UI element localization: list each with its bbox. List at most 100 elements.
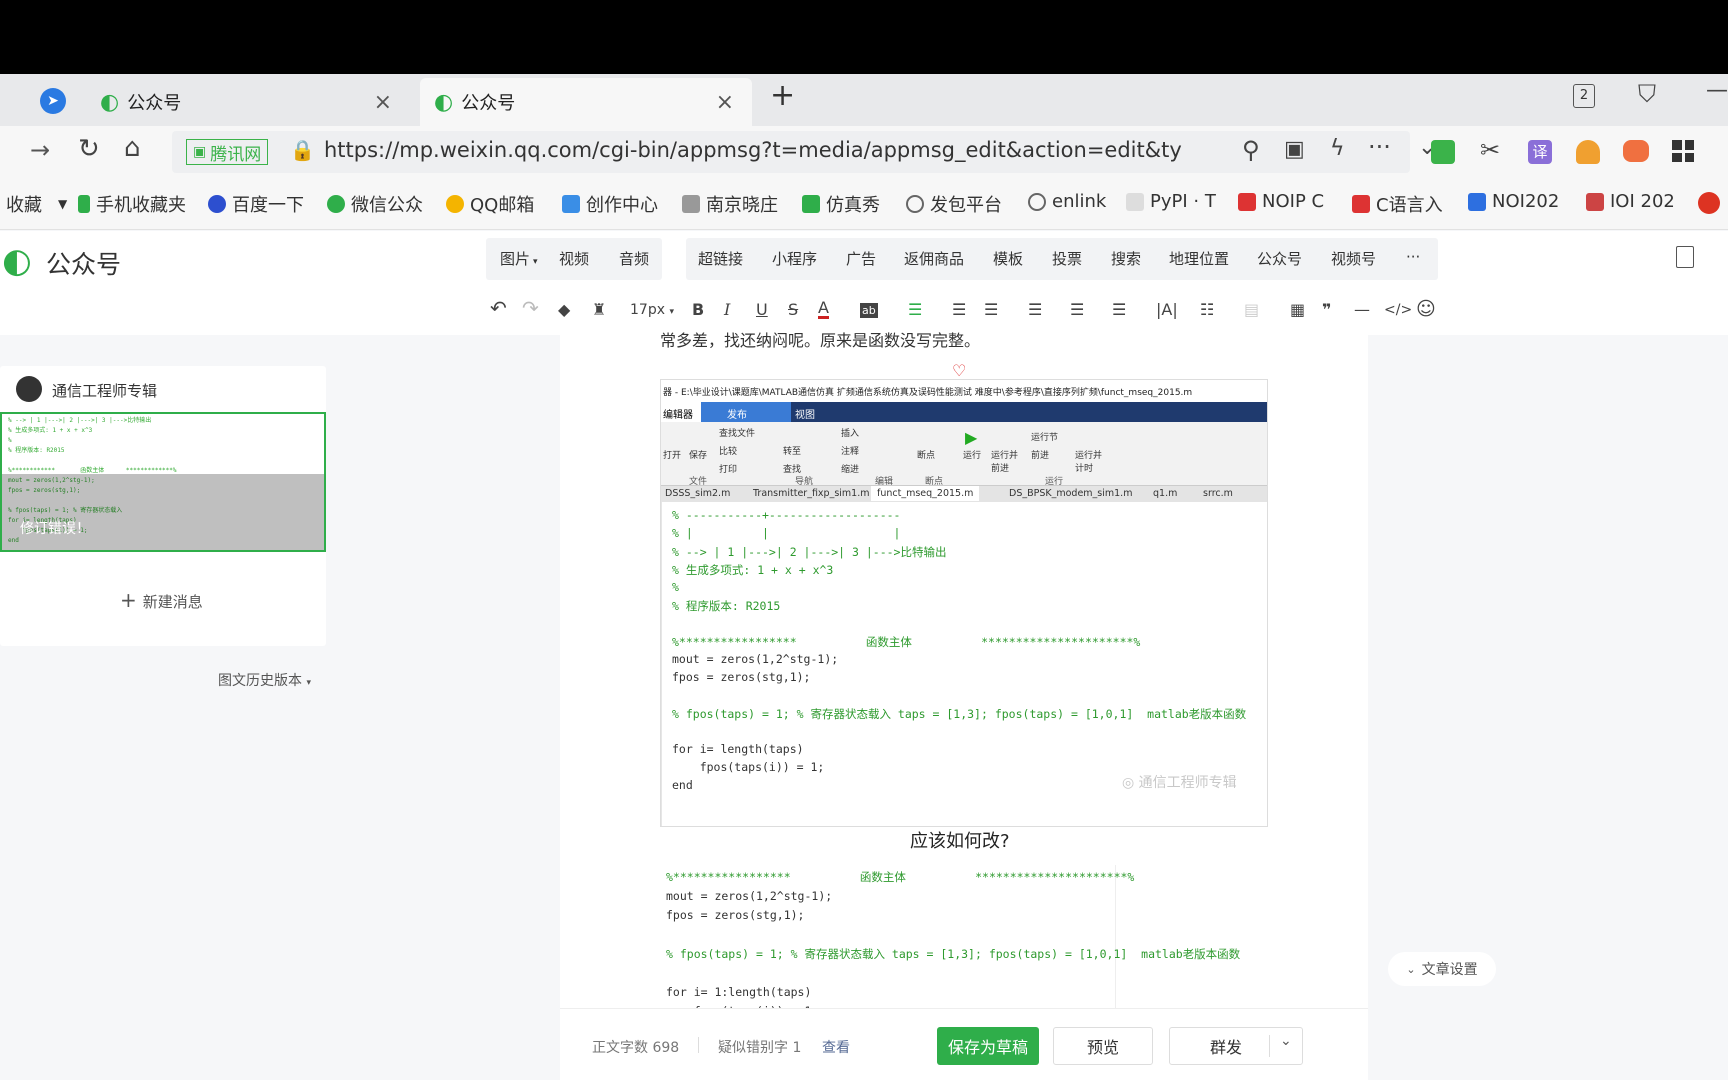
letter-spacing-icon[interactable]: |A| bbox=[1156, 300, 1178, 319]
format-brush-icon[interactable]: ♜ bbox=[592, 300, 606, 319]
bookmark-item[interactable]: 百度一下 bbox=[208, 191, 304, 217]
history-versions-button[interactable]: 图文历史版本 ▾ bbox=[218, 670, 311, 690]
menu-products[interactable]: 返佣商品 bbox=[904, 248, 964, 269]
editor-document[interactable]: 常多差，找还纳闷呢。原来是函数没写完整。 ♡ 器 - E:\毕业设计\课题库\M… bbox=[560, 331, 1368, 1018]
article-settings-button[interactable]: ⌄ 文章设置 bbox=[1388, 952, 1496, 986]
tab-1[interactable]: ◐ 公众号 × bbox=[100, 78, 410, 126]
bookmark-item[interactable]: enlink bbox=[1028, 191, 1106, 212]
bookmark-item[interactable]: 微信公众 bbox=[327, 191, 423, 217]
address-bar[interactable]: ▣ 腾讯网 🔒 https://mp.weixin.qq.com/cgi-bin/… bbox=[172, 131, 1436, 173]
forward-icon[interactable]: → bbox=[30, 136, 50, 164]
search-icon[interactable]: ⚲ bbox=[1242, 136, 1260, 164]
eraser-icon[interactable]: ◆ bbox=[558, 300, 570, 319]
pin-icon[interactable]: ➤ bbox=[40, 88, 66, 114]
chevron-down-icon[interactable]: ⌄ bbox=[1280, 1033, 1292, 1049]
minimize-icon[interactable]: — bbox=[1706, 78, 1728, 103]
bookmark-item[interactable]: NOI202 bbox=[1468, 191, 1559, 212]
reload-icon[interactable]: ↻ bbox=[78, 134, 100, 164]
redo-icon[interactable]: ↷ bbox=[522, 296, 539, 320]
lock-icon[interactable]: 🔒 bbox=[290, 138, 315, 162]
tab-counter-icon[interactable]: 2 bbox=[1573, 84, 1595, 108]
highlight-icon[interactable]: ab bbox=[860, 303, 878, 318]
divider-icon[interactable]: — bbox=[1354, 300, 1370, 319]
underline-icon[interactable]: U bbox=[756, 300, 768, 319]
preview-button[interactable]: 预览 bbox=[1053, 1027, 1153, 1065]
menu-vote[interactable]: 投票 bbox=[1052, 248, 1082, 269]
indent-icon[interactable]: ☰ bbox=[952, 300, 966, 319]
weibo-icon[interactable] bbox=[1698, 192, 1720, 214]
menu-image[interactable]: 图片 ▾ bbox=[500, 248, 538, 269]
code-line: end bbox=[672, 778, 693, 792]
cert-icon: ▣ bbox=[193, 144, 207, 160]
matlab-goto-label: 转至 bbox=[783, 447, 802, 457]
c-icon bbox=[1352, 195, 1370, 213]
book-icon[interactable] bbox=[1431, 140, 1455, 164]
bookmark-item[interactable]: PyPI · T bbox=[1126, 191, 1216, 212]
menu-hyperlink[interactable]: 超链接 bbox=[698, 248, 743, 269]
line-height-icon[interactable]: ☰ bbox=[1028, 300, 1042, 319]
more-icon[interactable]: ··· bbox=[1368, 133, 1391, 161]
bookmark-item[interactable]: IOI 202 bbox=[1586, 191, 1675, 212]
menu-video[interactable]: 视频 bbox=[559, 248, 589, 269]
shirt-icon[interactable]: ⛉ bbox=[1638, 80, 1656, 108]
run-icon: ▶ bbox=[965, 428, 978, 447]
url-text[interactable]: https://mp.weixin.qq.com/cgi-bin/appmsg?… bbox=[324, 138, 1224, 162]
list-icon[interactable]: ☷ bbox=[1200, 300, 1214, 319]
quote-icon[interactable]: ❞ bbox=[1322, 300, 1331, 319]
table-icon[interactable]: ▦ bbox=[1290, 300, 1305, 319]
image-icon[interactable]: ▣ bbox=[1284, 137, 1305, 162]
code-icon[interactable]: </> bbox=[1384, 302, 1412, 318]
bookmark-item[interactable]: 创作中心 bbox=[562, 191, 658, 217]
bookmark-item[interactable]: 发包平台 bbox=[906, 191, 1002, 217]
bold-icon[interactable]: B bbox=[692, 300, 704, 319]
lightning-icon[interactable]: ϟ bbox=[1330, 136, 1345, 161]
phone-preview-icon[interactable] bbox=[1676, 246, 1694, 268]
strikethrough-icon[interactable]: S bbox=[788, 300, 798, 319]
new-message-button[interactable]: + 新建消息 bbox=[120, 588, 203, 612]
bookmark-item[interactable]: NOIP C bbox=[1238, 191, 1324, 212]
translate-icon[interactable]: 译 bbox=[1528, 140, 1552, 164]
scissors-icon[interactable]: ✂ bbox=[1480, 136, 1500, 164]
menu-miniprogram[interactable]: 小程序 bbox=[772, 248, 817, 269]
menu-search[interactable]: 搜索 bbox=[1111, 248, 1141, 269]
close-icon[interactable]: × bbox=[374, 90, 392, 115]
cert-badge[interactable]: ▣ 腾讯网 bbox=[186, 139, 269, 165]
undo-icon[interactable]: ↶ bbox=[490, 296, 507, 320]
bookmark-label: 手机收藏夹 bbox=[96, 195, 186, 216]
matlab-ribbon-tabs: 编辑器 发布 视图 bbox=[661, 402, 1267, 422]
menu-more[interactable]: ··· bbox=[1406, 248, 1420, 266]
menu-channels[interactable]: 视频号 bbox=[1331, 248, 1376, 269]
bookmark-label: PyPI · T bbox=[1150, 191, 1216, 212]
menu-ad[interactable]: 广告 bbox=[846, 248, 876, 269]
italic-icon[interactable]: I bbox=[724, 300, 730, 319]
font-size-select[interactable]: 17px ▾ bbox=[630, 302, 674, 318]
shield-icon[interactable] bbox=[1576, 140, 1600, 164]
menu-location[interactable]: 地理位置 bbox=[1169, 248, 1229, 269]
menu-template[interactable]: 模板 bbox=[993, 248, 1023, 269]
bookmark-item[interactable]: 手机收藏夹 bbox=[78, 191, 186, 217]
bookmark-item[interactable]: 南京晓庄 bbox=[682, 191, 778, 217]
bookmark-item[interactable]: C语言入 bbox=[1352, 191, 1443, 217]
bookmark-item[interactable]: 仿真秀 bbox=[802, 191, 880, 217]
bookmark-item[interactable]: QQ邮箱 bbox=[446, 191, 534, 217]
home-icon[interactable]: ⌂ bbox=[124, 133, 141, 163]
font-color-icon[interactable]: A bbox=[818, 300, 829, 319]
article-cover-thumbnail[interactable]: % --> | 1 |--->| 2 |--->| 3 |--->比特输出 % … bbox=[0, 412, 326, 552]
code-line: % fpos(taps) = 1; % 寄存器状态载入 taps = [1,3]… bbox=[672, 707, 1247, 721]
save-draft-button[interactable]: 保存为草稿 bbox=[937, 1027, 1039, 1065]
align-left-icon[interactable]: ☰ bbox=[908, 300, 922, 319]
bookmarks-menu[interactable]: 收藏 ▼ bbox=[6, 191, 67, 217]
menu-official-account[interactable]: 公众号 bbox=[1257, 248, 1302, 269]
tab-2-active[interactable]: ◐ 公众号 × bbox=[420, 78, 752, 126]
align-icon[interactable]: ☰ bbox=[984, 300, 998, 319]
menu-audio[interactable]: 音频 bbox=[619, 248, 649, 269]
image-align-icon[interactable]: ▤ bbox=[1244, 300, 1259, 319]
game-icon[interactable] bbox=[1623, 140, 1649, 162]
spacing-icon[interactable]: ☰ bbox=[1112, 300, 1126, 319]
close-icon[interactable]: × bbox=[716, 90, 734, 115]
apps-icon[interactable] bbox=[1672, 140, 1694, 162]
new-tab-icon[interactable]: + bbox=[770, 78, 795, 113]
check-typos-link[interactable]: 查看 bbox=[822, 1037, 850, 1057]
paragraph-icon[interactable]: ☰ bbox=[1070, 300, 1084, 319]
emoji-icon[interactable]: ☺ bbox=[1416, 298, 1436, 320]
